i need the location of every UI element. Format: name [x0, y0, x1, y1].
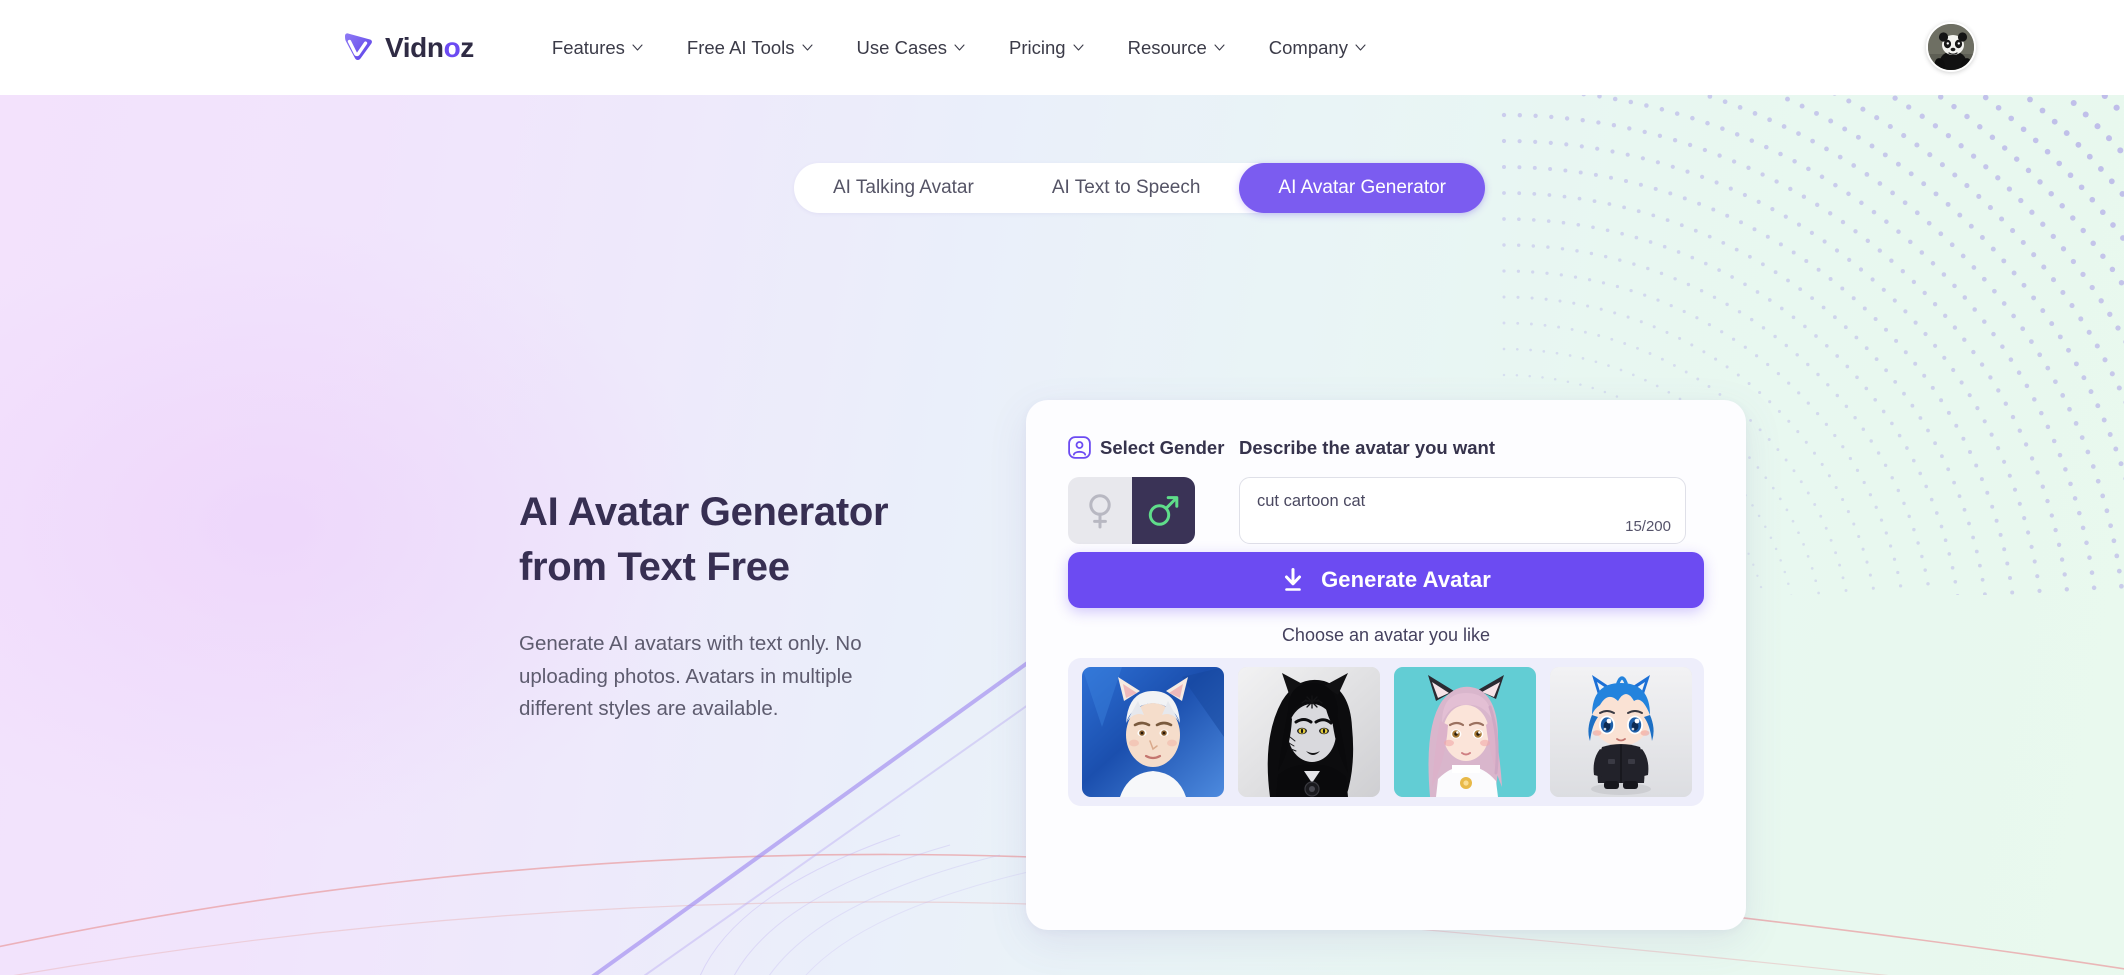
panda-avatar-icon: [1928, 24, 1974, 70]
nav-item-pricing[interactable]: Pricing: [987, 27, 1106, 69]
gallery-title: Choose an avatar you like: [1281, 625, 1491, 645]
prompt-input-value: cut cartoon cat: [1257, 492, 1366, 510]
page-title-line1: AI Avatar Generator: [519, 490, 889, 534]
avatar-thumb-chibi-blue-hair-cat-boy[interactable]: [1550, 667, 1692, 797]
venus-female-icon: [1089, 493, 1111, 528]
chevron-down-icon: [1214, 44, 1225, 51]
tab-ai-text-to-speech[interactable]: AI Text to Speech: [1013, 163, 1240, 213]
chevron-down-icon: [801, 44, 813, 51]
mode-tab-switcher: AI Talking Avatar AI Text to Speech AI A…: [794, 163, 1485, 213]
nav-item-resource[interactable]: Resource: [1106, 27, 1247, 69]
page-subtitle: Generate AI avatars with text only. No u…: [519, 632, 862, 721]
hero-text-block: AI Avatar Generator from Text Free Gener…: [519, 485, 919, 726]
prompt-input[interactable]: cut cartoon cat 15/200: [1239, 477, 1686, 544]
page-title: AI Avatar Generator from Text Free: [519, 485, 919, 595]
character-counter: 15/200: [1625, 518, 1671, 535]
avatar-generator-card: Select Gender Describe the avatar you wa…: [1026, 400, 1746, 930]
vidnoz-v-logo-icon: [345, 32, 372, 60]
nav-item-free-ai-tools[interactable]: Free AI Tools: [665, 27, 835, 69]
avatar[interactable]: [1926, 22, 1976, 72]
select-gender-label: Select Gender: [1100, 436, 1225, 458]
nav-item-use-cases[interactable]: Use Cases: [835, 27, 987, 69]
nav-label: Pricing: [1009, 36, 1066, 58]
avatar-gallery: [1068, 658, 1704, 806]
logo-text: Vidnoz: [385, 31, 474, 63]
nav-item-features[interactable]: Features: [530, 27, 665, 69]
generate-avatar-button[interactable]: Generate Avatar: [1068, 552, 1704, 608]
avatar-thumb-pink-hair-cat-girl[interactable]: [1394, 667, 1536, 797]
logo-text-after: z: [460, 31, 474, 63]
download-icon: [1285, 568, 1302, 591]
select-gender-label-group: Select Gender: [1068, 436, 1248, 459]
avatar-thumb-watercolor-white-hair-cat-boy[interactable]: [1082, 667, 1224, 797]
form-labels-row: Select Gender Describe the avatar you wa…: [1068, 436, 1704, 459]
nav-label: Use Cases: [856, 36, 948, 58]
avatar-thumb-1: [1082, 667, 1224, 797]
user-badge-icon: [1068, 436, 1091, 459]
tab-ai-talking-avatar[interactable]: AI Talking Avatar: [794, 163, 1013, 213]
nav-label: Features: [551, 36, 625, 58]
logo[interactable]: Vidnoz: [340, 30, 474, 66]
chevron-down-icon: [1073, 44, 1084, 51]
mars-male-icon: [1149, 495, 1179, 526]
avatar-thumb-3: [1394, 667, 1536, 797]
chevron-down-icon: [1355, 44, 1366, 51]
chevron-down-icon: [954, 44, 965, 51]
nav-label: Company: [1268, 36, 1348, 58]
nav-item-company[interactable]: Company: [1247, 27, 1388, 69]
gender-button-group: [1068, 477, 1195, 544]
chevron-down-icon: [632, 44, 643, 51]
generate-avatar-label: Generate Avatar: [1321, 567, 1491, 592]
site-header: Vidnoz Features Free AI Tools Use Cases …: [0, 0, 2124, 95]
logo-text-before: Vidn: [385, 31, 444, 63]
main-navigation: Features Free AI Tools Use Cases Pricing…: [530, 27, 1388, 69]
tab-ai-avatar-generator[interactable]: AI Avatar Generator: [1239, 163, 1485, 213]
nav-label: Resource: [1127, 36, 1207, 58]
avatar-thumb-2: [1238, 667, 1380, 797]
nav-label: Free AI Tools: [686, 36, 795, 58]
gender-option-male[interactable]: [1131, 477, 1195, 544]
avatar-thumb-4: [1550, 667, 1692, 797]
avatar-thumb-gothic-dark-cat-man[interactable]: [1238, 667, 1380, 797]
describe-label: Describe the avatar you want: [1239, 436, 1496, 458]
logo-text-o: o: [443, 31, 461, 63]
gender-option-female[interactable]: [1068, 477, 1132, 544]
page-title-line2: from Text Free: [519, 545, 790, 590]
